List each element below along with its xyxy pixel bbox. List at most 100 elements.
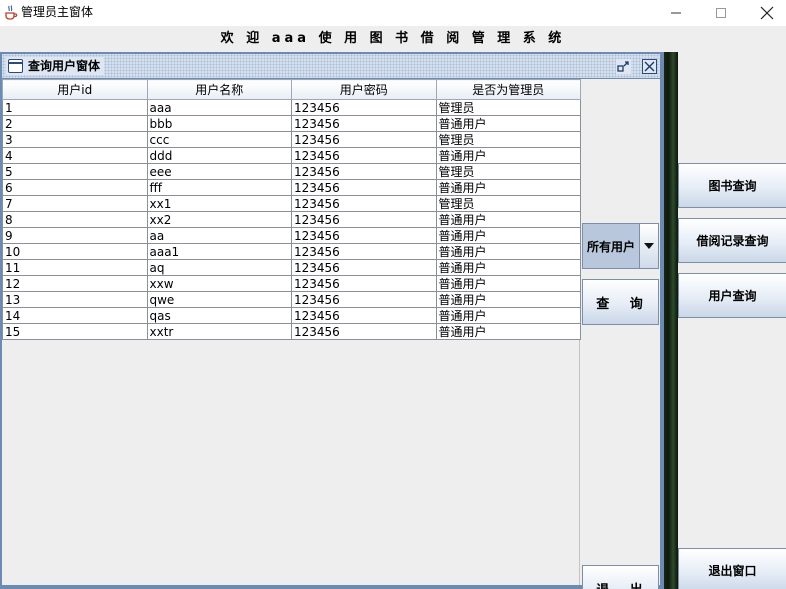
window-titlebar: 管理员主窗体: [0, 0, 786, 26]
table-row[interactable]: 5 eee 123456 管理员: [2, 163, 581, 180]
exit-window-button[interactable]: 退出窗口: [678, 548, 786, 589]
table-cell[interactable]: 4: [2, 147, 148, 164]
table-row[interactable]: 6 fff 123456 普通用户: [2, 179, 581, 196]
table-cell[interactable]: 普通用户: [435, 147, 581, 164]
table-cell[interactable]: 14: [2, 307, 148, 324]
minimize-icon: [671, 12, 681, 14]
table-row[interactable]: 8 xx2 123456 普通用户: [2, 211, 581, 228]
table-cell[interactable]: 普通用户: [435, 227, 581, 244]
table-cell[interactable]: xx1: [146, 195, 292, 212]
query-button[interactable]: 查 询: [582, 279, 659, 325]
user-query-button[interactable]: 用户查询: [678, 273, 786, 318]
table-cell[interactable]: 普通用户: [435, 243, 581, 260]
column-header-user-name[interactable]: 用户名称: [146, 79, 292, 100]
combo-dropdown-button[interactable]: [639, 224, 658, 268]
table-row[interactable]: 3 ccc 123456 管理员: [2, 131, 581, 148]
table-cell[interactable]: bbb: [146, 115, 292, 132]
restore-button[interactable]: [616, 59, 631, 74]
column-header-user-password[interactable]: 用户密码: [291, 79, 437, 100]
table-cell[interactable]: 123456: [291, 195, 437, 212]
table-cell[interactable]: 7: [2, 195, 148, 212]
table-cell[interactable]: 123456: [291, 115, 437, 132]
table-cell[interactable]: 6: [2, 179, 148, 196]
book-query-button[interactable]: 图书查询: [678, 163, 786, 208]
table-cell[interactable]: 普通用户: [435, 179, 581, 196]
table-cell[interactable]: 123456: [291, 163, 437, 180]
table-cell[interactable]: 123456: [291, 307, 437, 324]
table-row[interactable]: 4 ddd 123456 普通用户: [2, 147, 581, 164]
minimize-button[interactable]: [653, 0, 699, 26]
column-header-user-id[interactable]: 用户id: [2, 79, 148, 100]
exit-button[interactable]: 退 出: [582, 565, 659, 589]
table-cell[interactable]: 123456: [291, 99, 437, 116]
table-cell[interactable]: 管理员: [435, 99, 581, 116]
table-cell[interactable]: qas: [146, 307, 292, 324]
table-cell[interactable]: 123456: [291, 227, 437, 244]
user-table-scroll[interactable]: 用户id 用户名称 用户密码 是否为管理员 1 aaa 123456 管理员 2 bbb 1…: [2, 79, 581, 585]
table-cell[interactable]: 9: [2, 227, 148, 244]
table-cell[interactable]: aa: [146, 227, 292, 244]
table-cell[interactable]: 123456: [291, 275, 437, 292]
table-cell[interactable]: 13: [2, 291, 148, 308]
table-cell[interactable]: aaa1: [146, 243, 292, 260]
table-cell[interactable]: 普通用户: [435, 115, 581, 132]
table-cell[interactable]: 11: [2, 259, 148, 276]
table-cell[interactable]: 123456: [291, 179, 437, 196]
table-cell[interactable]: 普通用户: [435, 211, 581, 228]
table-cell[interactable]: 8: [2, 211, 148, 228]
table-cell[interactable]: 5: [2, 163, 148, 180]
table-row[interactable]: 12 xxw 123456 普通用户: [2, 275, 581, 292]
table-cell[interactable]: 123456: [291, 323, 437, 340]
table-row[interactable]: 1 aaa 123456 管理员: [2, 99, 581, 116]
close-window-button[interactable]: [744, 0, 786, 26]
table-row[interactable]: 11 aq 123456 普通用户: [2, 259, 581, 276]
table-row[interactable]: 9 aa 123456 普通用户: [2, 227, 581, 244]
table-cell[interactable]: 123456: [291, 243, 437, 260]
table-cell[interactable]: 15: [2, 323, 148, 340]
table-cell[interactable]: xxw: [146, 275, 292, 292]
frame-close-button[interactable]: [642, 59, 657, 74]
table-cell[interactable]: 3: [2, 131, 148, 148]
table-cell[interactable]: xxtr: [146, 323, 292, 340]
user-filter-combobox[interactable]: 所有用户: [582, 223, 659, 269]
table-cell[interactable]: 普通用户: [435, 275, 581, 292]
table-cell[interactable]: eee: [146, 163, 292, 180]
table-cell[interactable]: ccc: [146, 131, 292, 148]
table-cell[interactable]: 管理员: [435, 163, 581, 180]
borrow-record-query-button[interactable]: 借阅记录查询: [678, 218, 786, 263]
table-row[interactable]: 2 bbb 123456 普通用户: [2, 115, 581, 132]
table-row[interactable]: 15 xxtr 123456 普通用户: [2, 323, 581, 340]
table-cell[interactable]: 管理员: [435, 195, 581, 212]
table-cell[interactable]: 普通用户: [435, 291, 581, 308]
frame-icon: [8, 59, 23, 73]
table-cell[interactable]: 管理员: [435, 131, 581, 148]
maximize-button[interactable]: [698, 0, 744, 26]
table-cell[interactable]: 123456: [291, 291, 437, 308]
table-cell[interactable]: aq: [146, 259, 292, 276]
table-row[interactable]: 7 xx1 123456 管理员: [2, 195, 581, 212]
table-cell[interactable]: 10: [2, 243, 148, 260]
table-cell[interactable]: 普通用户: [435, 323, 581, 340]
table-cell[interactable]: 123456: [291, 211, 437, 228]
table-row[interactable]: 14 qas 123456 普通用户: [2, 307, 581, 324]
table-cell[interactable]: xx2: [146, 211, 292, 228]
table-cell[interactable]: 1: [2, 99, 148, 116]
window-title: 管理员主窗体: [21, 5, 94, 19]
table-cell[interactable]: fff: [146, 179, 292, 196]
table-cell[interactable]: 2: [2, 115, 148, 132]
table-cell[interactable]: 123456: [291, 259, 437, 276]
user-filter-selected[interactable]: 所有用户: [583, 224, 639, 268]
table-cell[interactable]: qwe: [146, 291, 292, 308]
table-header-row: 用户id 用户名称 用户密码 是否为管理员: [2, 79, 581, 100]
table-cell[interactable]: ddd: [146, 147, 292, 164]
column-header-is-admin[interactable]: 是否为管理员: [435, 79, 581, 100]
table-cell[interactable]: 普通用户: [435, 259, 581, 276]
table-row[interactable]: 10 aaa1 123456 普通用户: [2, 243, 581, 260]
table-cell[interactable]: 123456: [291, 147, 437, 164]
table-cell[interactable]: 普通用户: [435, 307, 581, 324]
internal-frame-titlebar[interactable]: 查询用户窗体: [2, 54, 660, 78]
table-cell[interactable]: 123456: [291, 131, 437, 148]
table-row[interactable]: 13 qwe 123456 普通用户: [2, 291, 581, 308]
table-cell[interactable]: aaa: [146, 99, 292, 116]
table-cell[interactable]: 12: [2, 275, 148, 292]
